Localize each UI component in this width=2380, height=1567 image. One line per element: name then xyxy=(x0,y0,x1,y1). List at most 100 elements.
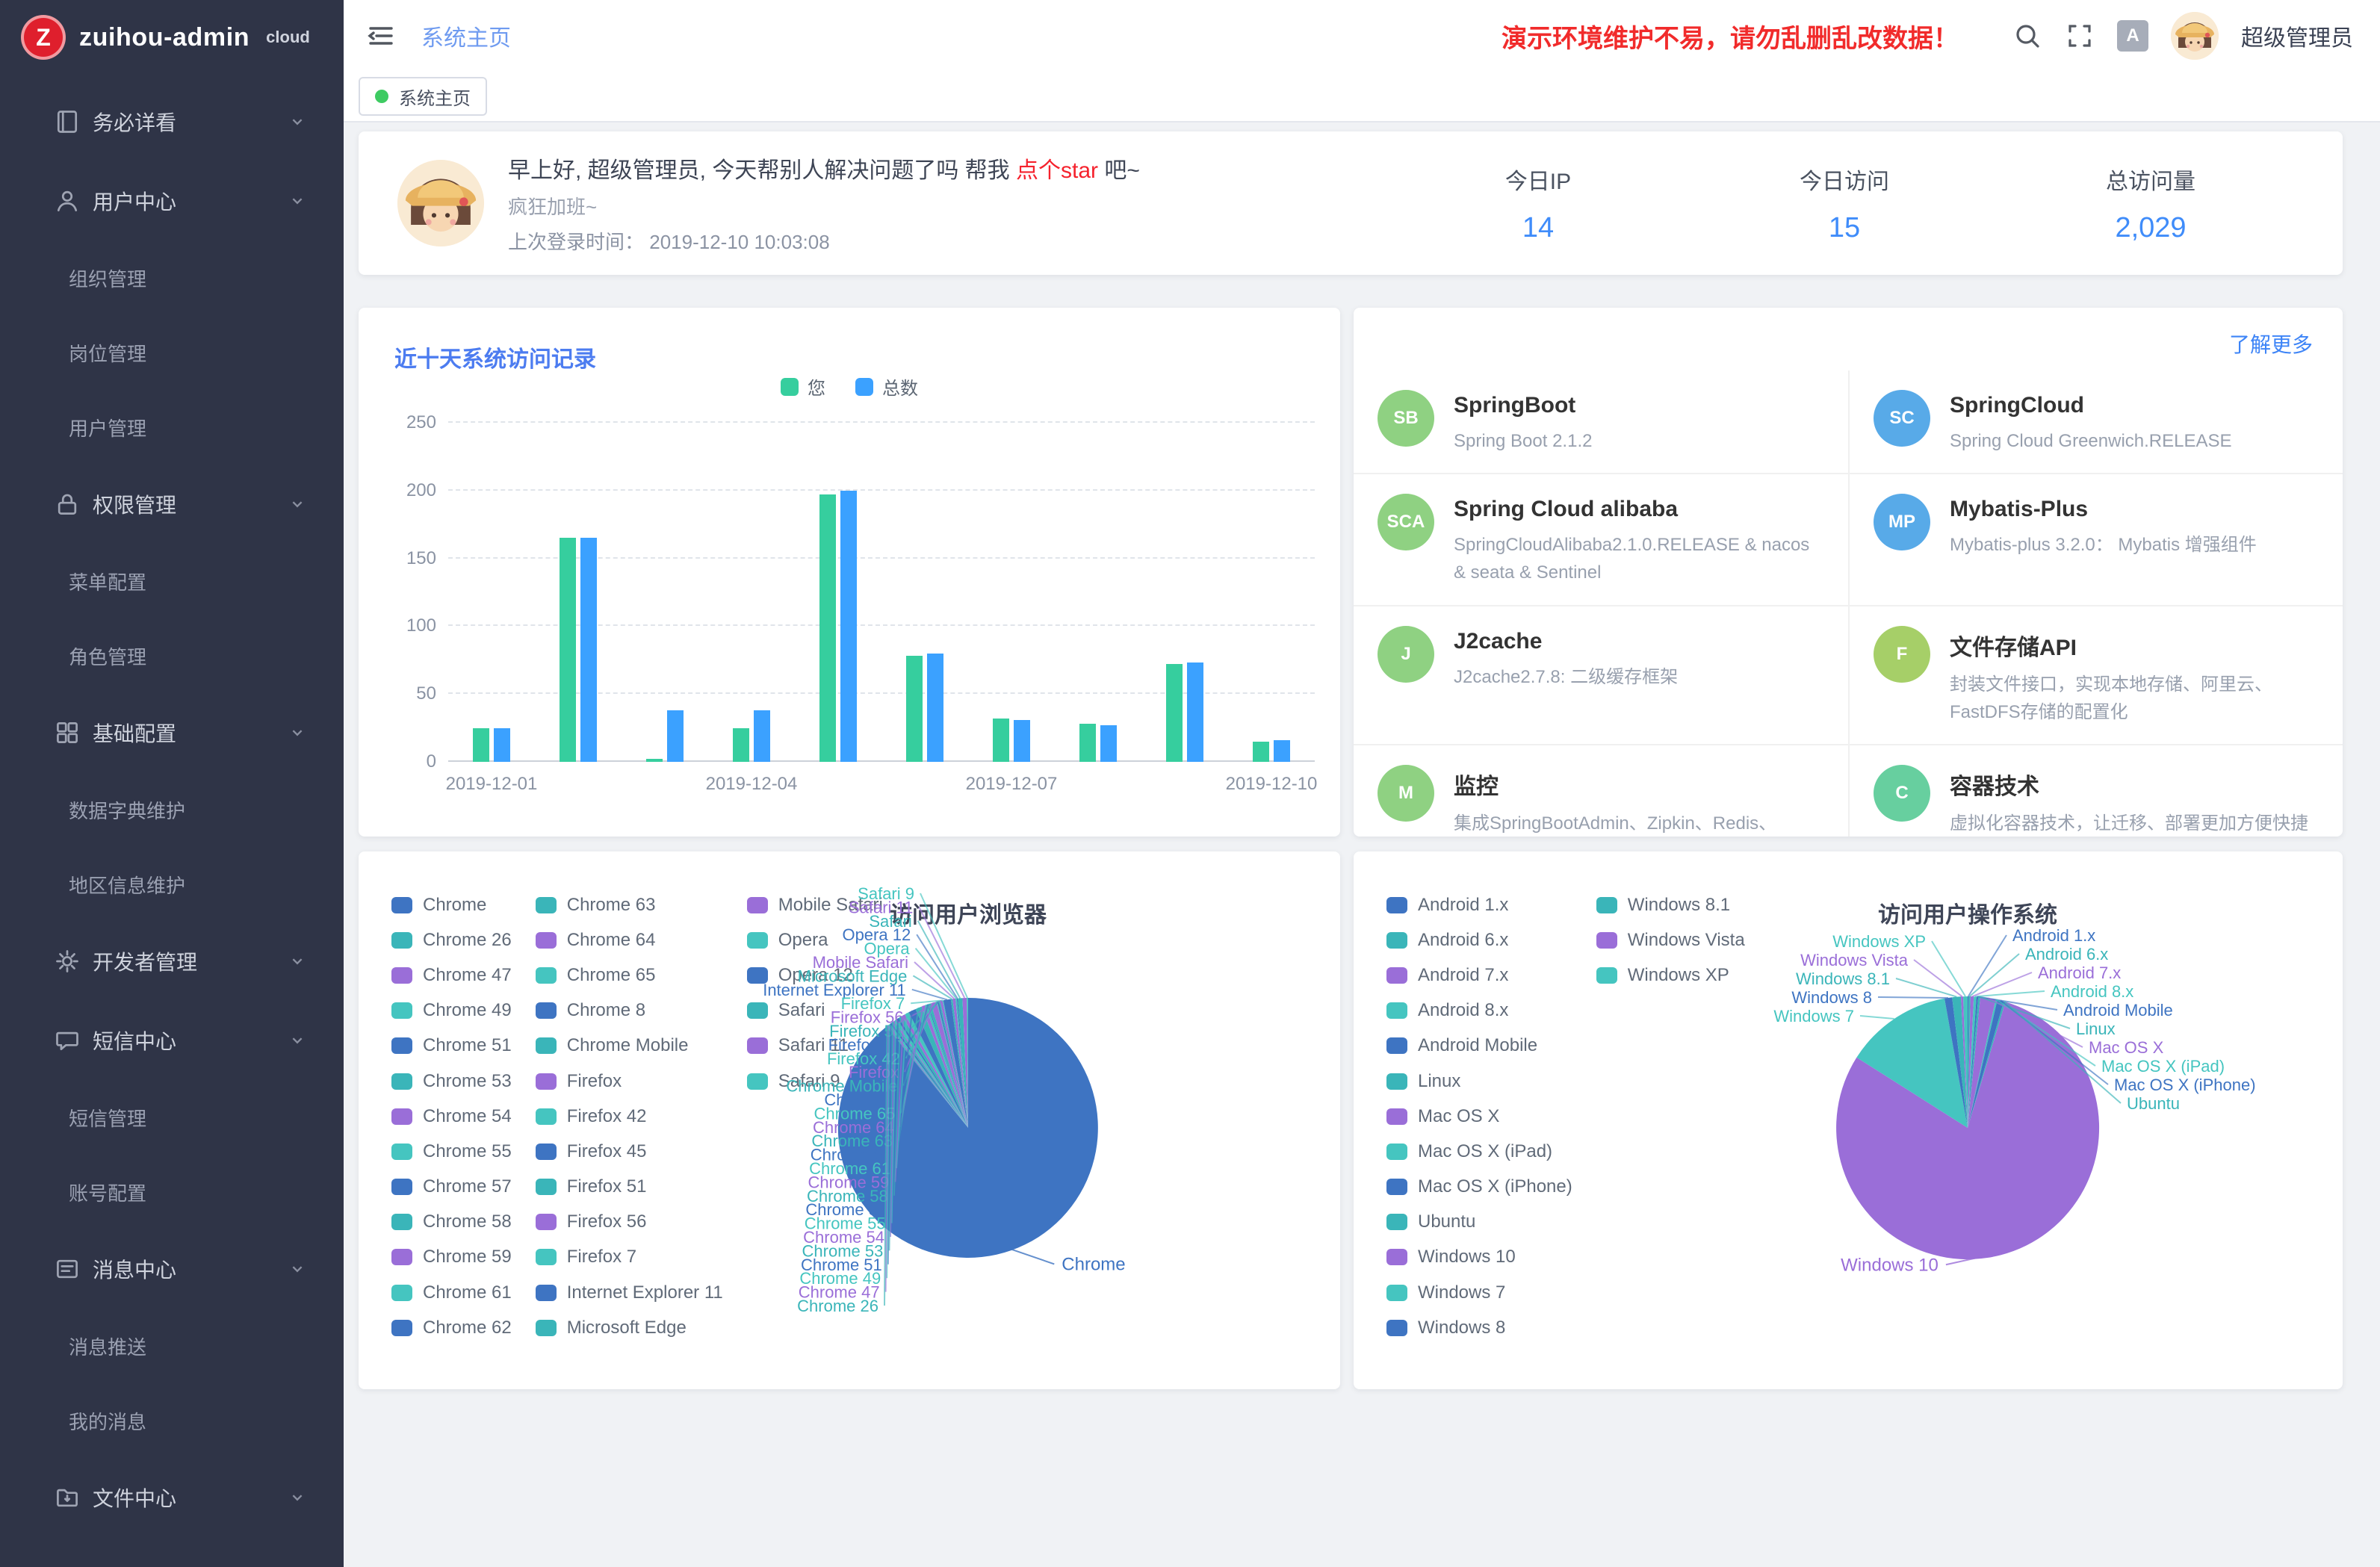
bar xyxy=(1079,724,1096,762)
tech-badge: C xyxy=(1874,765,1930,822)
sidebar-item-2[interactable]: 用户中心 xyxy=(0,161,344,241)
bar xyxy=(819,494,836,762)
sidebar-subitem[interactable]: 账号配置 xyxy=(0,1155,344,1229)
bar xyxy=(494,728,510,762)
bar xyxy=(840,491,857,762)
legend-item[interactable]: 总数 xyxy=(855,373,918,400)
sidebar-item-label: 消息中心 xyxy=(93,1254,176,1284)
bar xyxy=(993,719,1009,762)
sidebar-subitem[interactable]: 菜单配置 xyxy=(0,544,344,618)
grid-icon xyxy=(54,719,81,746)
fullscreen-icon[interactable] xyxy=(2065,21,2095,51)
sidebar-subitem[interactable]: 消息推送 xyxy=(0,1309,344,1383)
chevron-down-icon xyxy=(287,722,308,743)
search-icon[interactable] xyxy=(2012,21,2042,51)
pie-callout-label: Mac OS X xyxy=(2089,1038,2164,1057)
sidebar-item-1[interactable]: 务必详看 xyxy=(0,82,344,161)
bar-group xyxy=(1055,423,1141,762)
pie-callout-label: Windows 10 xyxy=(1841,1255,1939,1275)
pie-callout-label: Ubuntu xyxy=(2127,1094,2180,1113)
tech-stack-card: 了解更多 SBSpringBootSpring Boot 2.1.2SCSpri… xyxy=(1354,308,2343,837)
avatar-image xyxy=(397,160,484,246)
hamburger-icon xyxy=(366,21,396,51)
tech-badge: SC xyxy=(1874,390,1930,447)
legend-item[interactable]: 您 xyxy=(781,373,825,400)
user-avatar[interactable] xyxy=(2171,12,2219,60)
chevron-down-icon xyxy=(287,1030,308,1051)
tech-title: Spring Cloud alibaba xyxy=(1454,497,1821,522)
tech-item: MPMybatis-PlusMybatis-plus 3.2.0： Mybati… xyxy=(1848,474,2343,606)
app-title-suffix: cloud xyxy=(266,28,310,47)
sidebar-item-label: 文件中心 xyxy=(93,1483,176,1512)
visit-chart-plot: 0501001502002502019-12-012019-12-042019-… xyxy=(448,423,1315,762)
tech-badge: MP xyxy=(1874,494,1930,550)
sidebar-item-4[interactable]: 基础配置 xyxy=(0,693,344,772)
visit-chart-legend: 您 总数 xyxy=(359,373,1340,400)
tech-badge: F xyxy=(1874,626,1930,683)
sidebar-item-6[interactable]: 短信中心 xyxy=(0,1001,344,1080)
user-name[interactable]: 超级管理员 xyxy=(2241,19,2353,52)
sidebar-subitem[interactable]: 地区信息维护 xyxy=(0,847,344,922)
sidebar-subitem[interactable]: 用户管理 xyxy=(0,390,344,465)
tech-item: SBSpringBootSpring Boot 2.1.2 xyxy=(1354,370,1848,474)
sidebar-item-label: 开发者管理 xyxy=(93,946,197,976)
os-pie-chart: Windows 10Windows XPWindows VistaWindows… xyxy=(1354,851,2343,1389)
pie-callout-label: Android 6.x xyxy=(2025,945,2108,964)
callout-line xyxy=(1975,991,2045,996)
sidebar-subitem[interactable]: 数据字典维护 xyxy=(0,772,344,847)
bar-group xyxy=(795,423,881,762)
logo-icon: Z xyxy=(21,15,66,60)
stat-total-visits: 总访问量 2,029 xyxy=(1998,163,2304,244)
tech-item: SCSpringCloudSpring Cloud Greenwich.RELE… xyxy=(1848,370,2343,474)
bar xyxy=(1253,742,1269,762)
pie-callout-label: Windows XP xyxy=(1832,932,1926,951)
chat-icon xyxy=(54,1027,81,1054)
sidebar-item-5[interactable]: 开发者管理 xyxy=(0,922,344,1001)
sidebar-subitem[interactable]: 角色管理 xyxy=(0,618,344,693)
pie-callout-label: Android 7.x xyxy=(2038,964,2121,982)
breadcrumb[interactable]: 系统主页 xyxy=(421,19,511,52)
learn-more-link[interactable]: 了解更多 xyxy=(2229,329,2313,359)
font-size-icon[interactable]: A xyxy=(2117,20,2148,52)
lock-icon xyxy=(54,491,81,518)
browser-pie-card: 访问用户浏览器 ChromeChrome 26Chrome 47Chrome 4… xyxy=(359,851,1340,1389)
sidebar-item-8[interactable]: 文件中心 xyxy=(0,1458,344,1537)
sidebar-item-7[interactable]: 消息中心 xyxy=(0,1229,344,1309)
y-tick-label: 100 xyxy=(382,615,436,636)
tech-title: SpringBoot xyxy=(1454,393,1592,418)
y-tick-label: 150 xyxy=(382,548,436,569)
tab-system-home[interactable]: 系统主页 xyxy=(359,77,487,116)
tech-badge: SB xyxy=(1378,390,1434,447)
sidebar-item-label: 用户中心 xyxy=(93,186,176,216)
star-link[interactable]: 点个star xyxy=(1016,158,1098,183)
visit-chart-title: 近十天系统访问记录 xyxy=(394,341,596,373)
callout-line xyxy=(1970,954,2019,996)
content: 早上好, 超级管理员, 今天帮别人解决问题了吗 帮我 点个star 吧~ 疯狂加… xyxy=(344,122,2380,1567)
bar-group xyxy=(448,423,535,762)
sidebar-subitem[interactable]: 短信管理 xyxy=(0,1080,344,1155)
sidebar-subitem[interactable]: 我的消息 xyxy=(0,1383,344,1458)
callout-line xyxy=(1896,978,1956,997)
sidebar-subitem[interactable]: 岗位管理 xyxy=(0,315,344,390)
app-logo[interactable]: Z zuihou-admin cloud xyxy=(0,0,344,75)
pie-callout-label: Windows 8.1 xyxy=(1796,969,1890,988)
tech-desc: Spring Cloud Greenwich.RELEASE xyxy=(1950,427,2232,455)
avatar-image xyxy=(2171,12,2219,60)
bar xyxy=(754,710,770,762)
collapse-menu-button[interactable] xyxy=(362,16,400,55)
chevron-down-icon xyxy=(287,494,308,515)
bar xyxy=(906,656,923,762)
sidebar-subitem[interactable]: 组织管理 xyxy=(0,241,344,315)
tech-item: C容器技术虚拟化容器技术，让迁移、部署更加方便快捷 xyxy=(1848,745,2343,837)
stat-label: 总访问量 xyxy=(1998,163,2304,196)
tech-title: 容器技术 xyxy=(1950,768,2308,801)
book-icon xyxy=(54,108,81,135)
bar-group xyxy=(622,423,708,762)
tab-active-dot xyxy=(375,90,388,103)
sidebar-item-3[interactable]: 权限管理 xyxy=(0,465,344,544)
bar xyxy=(1274,740,1290,762)
top-header: 系统主页 演示环境维护不易，请勿乱删乱改数据！ A xyxy=(344,0,2380,72)
bar-group xyxy=(708,423,795,762)
tech-item: F文件存储API封装文件接口，实现本地存储、阿里云、FastDFS存储的配置化 xyxy=(1848,606,2343,745)
callout-line xyxy=(1011,1249,1054,1264)
